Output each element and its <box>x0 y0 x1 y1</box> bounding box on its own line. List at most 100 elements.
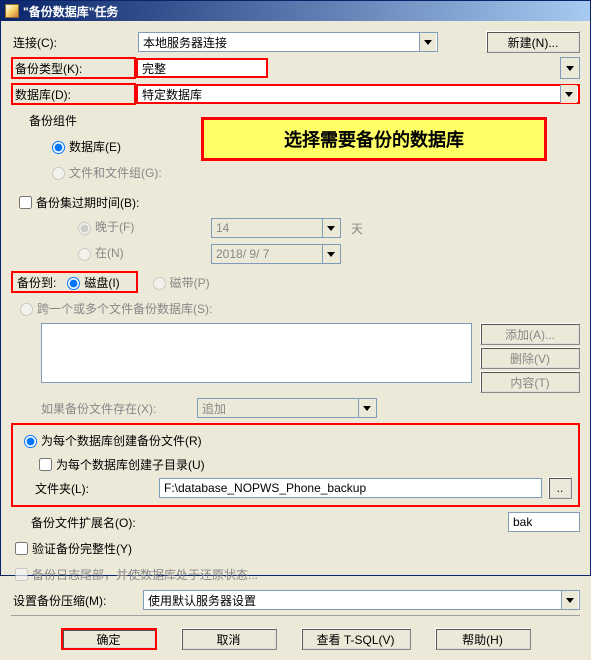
button-bar: 确定 取消 查看 T-SQL(V) 帮助(H) <box>11 628 580 650</box>
database-combo[interactable]: 特定数据库 <box>136 84 580 104</box>
compression-combo[interactable]: 使用默认服务器设置 <box>143 590 580 610</box>
row-backup-type: 备份类型(K): 完整 <box>11 57 580 79</box>
view-tsql-button[interactable]: 查看 T-SQL(V) <box>301 628 411 650</box>
radio-backup-to-tape-input <box>153 277 166 290</box>
check-create-subdir-label: 为每个数据库创建子目录(U) <box>56 456 205 473</box>
radio-expire-after: 晚于(F) <box>73 218 134 235</box>
radio-backup-to-tape: 磁带(P) <box>148 274 210 291</box>
row-database: 数据库(D): 特定数据库 <box>11 83 580 105</box>
chevron-down-icon <box>419 33 436 51</box>
expire-days-value: 14 <box>216 221 229 235</box>
radio-create-per-db-input[interactable] <box>24 435 37 448</box>
content-area: 连接(C): 本地服务器连接 新建(N)... 备份类型(K): 完整 <box>1 21 590 660</box>
row-compression: 设置备份压缩(M): 使用默认服务器设置 <box>11 589 580 611</box>
backup-type-value: 完整 <box>142 60 166 77</box>
ok-button[interactable]: 确定 <box>61 628 157 650</box>
label-compression: 设置备份压缩(M): <box>11 592 143 609</box>
row-expire-after: 晚于(F) 14 天 <box>11 217 580 239</box>
row-expire-header: 备份集过期时间(B): <box>11 191 580 213</box>
row-folder: 文件夹(L): .. <box>19 477 572 499</box>
row-component-files: 文件和文件组(G): <box>11 161 580 183</box>
check-tail-log-label: 备份日志尾部，并使数据库处于还原状态... <box>32 566 258 583</box>
radio-create-per-db[interactable]: 为每个数据库创建备份文件(R) <box>19 432 202 449</box>
label-connection: 连接(C): <box>11 34 138 51</box>
radio-span-files-label: 跨一个或多个文件备份数据库(S): <box>37 300 212 317</box>
if-exists-combo: 追加 <box>197 398 377 418</box>
backup-type-combo[interactable]: 完整 <box>136 58 268 78</box>
check-expire-input[interactable] <box>19 196 32 209</box>
chevron-down-icon <box>322 245 339 263</box>
cancel-button[interactable]: 取消 <box>181 628 277 650</box>
row-tail-log: 备份日志尾部，并使数据库处于还原状态... <box>11 563 580 585</box>
radio-component-files: 文件和文件组(G): <box>11 164 162 181</box>
button-bar-divider <box>11 615 580 618</box>
radio-component-files-input <box>52 167 65 180</box>
row-file-list: 添加(A)... 删除(V) 内容(T) <box>11 323 580 393</box>
check-verify[interactable]: 验证备份完整性(Y) <box>11 539 132 558</box>
label-folder: 文件夹(L): <box>19 480 159 497</box>
row-backup-to: 备份到: 磁盘(I) 磁带(P) <box>11 271 580 293</box>
row-verify: 验证备份完整性(Y) <box>11 537 580 559</box>
chevron-down-icon <box>560 85 577 103</box>
label-component-group: 备份组件 <box>11 112 136 129</box>
label-backup-to: 备份到: <box>17 274 56 291</box>
if-exists-value: 追加 <box>202 400 226 417</box>
contents-button: 内容(T) <box>480 371 580 393</box>
check-verify-input[interactable] <box>15 542 28 555</box>
check-tail-log-input <box>15 568 28 581</box>
new-button[interactable]: 新建(N)... <box>486 31 580 53</box>
radio-backup-to-disk-input[interactable] <box>67 277 80 290</box>
radio-backup-to-disk-label: 磁盘(I) <box>84 274 119 291</box>
row-expire-on: 在(N) 2018/ 9/ 7 <box>11 243 580 265</box>
row-span-files: 跨一个或多个文件备份数据库(S): <box>11 297 580 319</box>
compression-value: 使用默认服务器设置 <box>148 592 256 609</box>
radio-component-database-input[interactable] <box>52 141 65 154</box>
expire-date-value: 2018/ 9/ 7 <box>216 247 269 261</box>
callout-text: 选择需要备份的数据库 <box>284 126 464 152</box>
radio-expire-on: 在(N) <box>73 244 124 261</box>
backup-type-dropdown-button[interactable] <box>560 57 580 79</box>
radio-component-database[interactable]: 数据库(E) <box>11 138 121 155</box>
radio-component-database-label: 数据库(E) <box>69 138 121 155</box>
radio-span-files: 跨一个或多个文件备份数据库(S): <box>11 300 212 317</box>
database-value: 特定数据库 <box>142 86 202 103</box>
radio-backup-to-tape-label: 磁带(P) <box>170 274 210 291</box>
remove-button: 删除(V) <box>480 347 580 369</box>
radio-expire-after-input <box>78 222 91 235</box>
label-if-exists: 如果备份文件存在(X): <box>11 400 197 417</box>
days-unit-label: 天 <box>351 220 363 237</box>
connection-combo[interactable]: 本地服务器连接 <box>138 32 438 52</box>
per-db-section: 为每个数据库创建备份文件(R) 为每个数据库创建子目录(U) 文件夹(L): .… <box>11 423 580 507</box>
row-if-exists: 如果备份文件存在(X): 追加 <box>11 397 580 419</box>
expire-days-spinner: 14 <box>211 218 341 238</box>
window: "备份数据库"任务 连接(C): 本地服务器连接 新建(N)... 备份类型(K… <box>0 0 591 576</box>
check-create-subdir-input[interactable] <box>39 458 52 471</box>
row-create-subdir: 为每个数据库创建子目录(U) <box>19 453 572 475</box>
check-expire[interactable]: 备份集过期时间(B): <box>11 193 139 212</box>
label-ext: 备份文件扩展名(O): <box>11 514 361 531</box>
check-verify-label: 验证备份完整性(Y) <box>32 540 132 557</box>
check-create-subdir[interactable]: 为每个数据库创建子目录(U) <box>19 455 205 474</box>
label-backup-type: 备份类型(K): <box>11 57 136 79</box>
chevron-down-icon <box>358 399 375 417</box>
expire-date-picker: 2018/ 9/ 7 <box>211 244 341 264</box>
help-button[interactable]: 帮助(H) <box>435 628 531 650</box>
folder-input[interactable] <box>159 478 542 498</box>
check-expire-label: 备份集过期时间(B): <box>36 194 139 211</box>
chevron-down-icon <box>561 591 578 609</box>
row-create-per-db: 为每个数据库创建备份文件(R) <box>19 429 572 451</box>
radio-create-per-db-label: 为每个数据库创建备份文件(R) <box>41 432 202 449</box>
check-tail-log: 备份日志尾部，并使数据库处于还原状态... <box>11 565 258 584</box>
chevron-down-icon <box>562 59 578 77</box>
callout-select-database: 选择需要备份的数据库 <box>201 117 547 161</box>
radio-backup-to-disk[interactable]: 磁盘(I) <box>62 274 119 291</box>
radio-expire-after-label: 晚于(F) <box>95 218 134 235</box>
connection-value: 本地服务器连接 <box>143 34 227 51</box>
label-database: 数据库(D): <box>11 83 136 105</box>
browse-button[interactable]: .. <box>548 477 572 499</box>
backup-file-listbox[interactable] <box>41 323 472 383</box>
app-icon <box>5 4 19 18</box>
ext-input[interactable] <box>508 512 580 532</box>
window-title: "备份数据库"任务 <box>23 3 588 20</box>
titlebar[interactable]: "备份数据库"任务 <box>1 1 590 21</box>
